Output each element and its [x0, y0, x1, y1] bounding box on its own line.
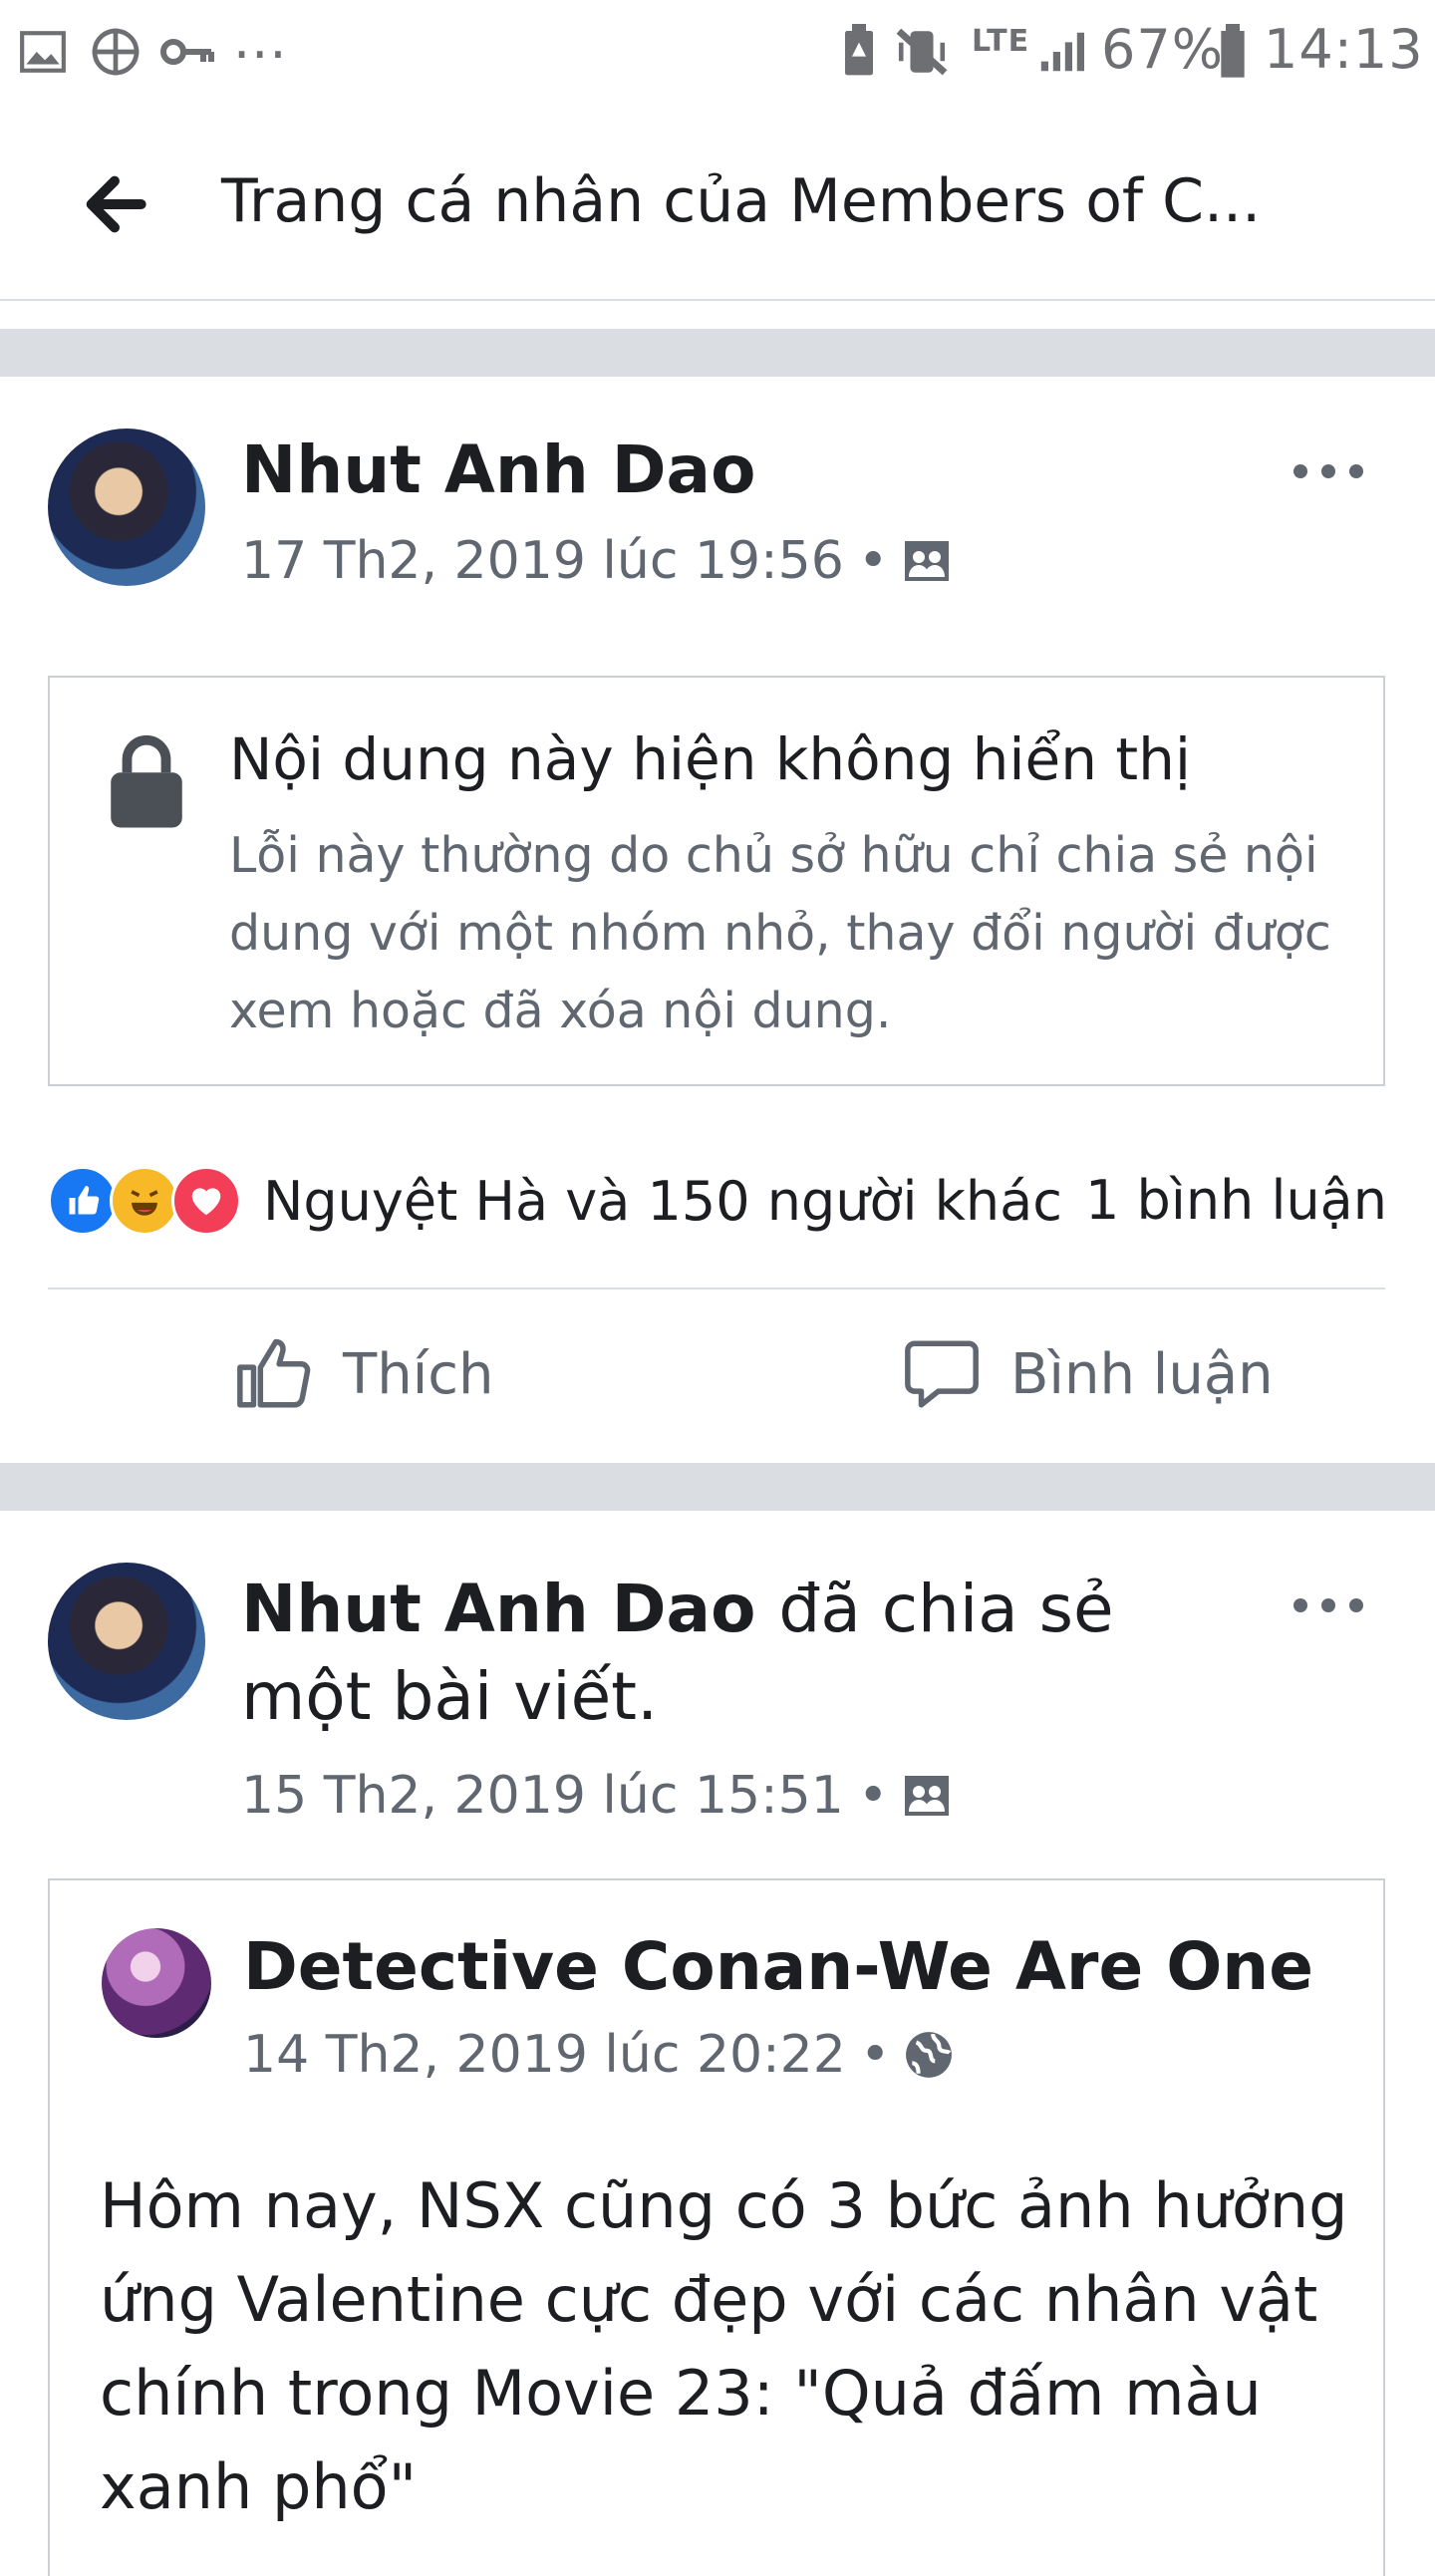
- post-options-button[interactable]: [1293, 456, 1363, 486]
- battery-icon: [1218, 22, 1248, 82]
- battery-percent: 67%: [1101, 18, 1225, 81]
- share-headline: Nhut Anh Dao đã chia sẻ một bài viết.: [241, 1566, 1258, 1741]
- network-type: LTE: [972, 24, 1030, 59]
- unavailable-description: Lỗi này thường do chủ sở hữu chỉ chia sẻ…: [229, 827, 1331, 1039]
- post-meta: 15 Th2, 2019 lúc 15:51 •: [241, 1766, 952, 1826]
- post-meta: 17 Th2, 2019 lúc 19:56 •: [241, 531, 952, 591]
- post-options-button[interactable]: [1293, 1590, 1363, 1620]
- page-avatar[interactable]: [102, 1928, 211, 2038]
- gallery-icon: [18, 22, 68, 82]
- post-timestamp[interactable]: 17 Th2, 2019 lúc 19:56: [241, 531, 844, 591]
- reactions-summary[interactable]: Nguyệt Hà và 150 người khác: [48, 1166, 1062, 1236]
- post-card: Nhut Anh Dao 17 Th2, 2019 lúc 19:56 • Nộ…: [0, 377, 1435, 1463]
- comment-label: Bình luận: [1010, 1341, 1274, 1407]
- shared-post-meta: 14 Th2, 2019 lúc 20:22 •: [243, 2025, 954, 2085]
- friends-audience-icon: [905, 1776, 950, 1816]
- top-app-bar: Trang cá nhân của Members of C...: [0, 105, 1435, 301]
- like-reaction-icon: [48, 1166, 118, 1236]
- more-notifications: ...: [233, 8, 288, 71]
- meta-dot: •: [857, 1766, 889, 1826]
- actions-divider: [48, 1288, 1385, 1289]
- shared-post-timestamp[interactable]: 14 Th2, 2019 lúc 20:22: [243, 2025, 846, 2085]
- author-avatar[interactable]: [48, 1563, 205, 1720]
- author-name[interactable]: Nhut Anh Dao: [241, 1571, 755, 1647]
- author-avatar[interactable]: [48, 429, 205, 586]
- love-reaction-icon: [171, 1166, 241, 1236]
- like-button[interactable]: Thích: [233, 1333, 494, 1415]
- comments-count[interactable]: 1 bình luận: [1085, 1169, 1387, 1232]
- signal-icon: [1036, 22, 1084, 82]
- meta-dot: •: [859, 2025, 891, 2085]
- shared-post[interactable]: Detective Conan-We Are One 14 Th2, 2019 …: [48, 1878, 1385, 2576]
- feed-separator: [0, 329, 1435, 377]
- friends-audience-icon: [905, 541, 950, 581]
- status-bar: ... LTE 67% 14:13: [0, 0, 1435, 105]
- key-icon: [159, 22, 215, 82]
- reactions-text: Nguyệt Hà và 150 người khác: [263, 1169, 1062, 1233]
- vibrate-mute-icon: [892, 22, 952, 82]
- lock-icon: [111, 734, 182, 828]
- battery-saver-icon: [839, 22, 879, 82]
- arrow-left-icon: [86, 175, 146, 233]
- globe-icon: [906, 2032, 953, 2078]
- content-unavailable-box: Nội dung này hiện không hiển thị Lỗi này…: [48, 676, 1385, 1086]
- page-name[interactable]: Detective Conan-We Are One: [243, 1928, 1313, 2005]
- meta-dot: •: [857, 531, 889, 591]
- like-label: Thích: [343, 1341, 494, 1407]
- page-title: Trang cá nhân của Members of C...: [221, 166, 1262, 236]
- crosshair-icon: [88, 22, 144, 82]
- author-name[interactable]: Nhut Anh Dao: [241, 431, 755, 508]
- haha-reaction-icon: [110, 1166, 179, 1236]
- clock: 14:13: [1264, 18, 1424, 81]
- shared-post-text: Hôm nay, NSX cũng có 3 bức ảnh hưởng ứng…: [100, 2169, 1348, 2523]
- thumbs-up-icon: [237, 1338, 311, 1408]
- post-timestamp[interactable]: 15 Th2, 2019 lúc 15:51: [241, 1766, 844, 1826]
- comment-bubble-icon: [905, 1340, 979, 1408]
- unavailable-title: Nội dung này hiện không hiển thị: [229, 725, 1192, 793]
- feed-separator: [0, 1463, 1435, 1511]
- back-button[interactable]: [75, 164, 154, 244]
- comment-button[interactable]: Bình luận: [901, 1333, 1274, 1415]
